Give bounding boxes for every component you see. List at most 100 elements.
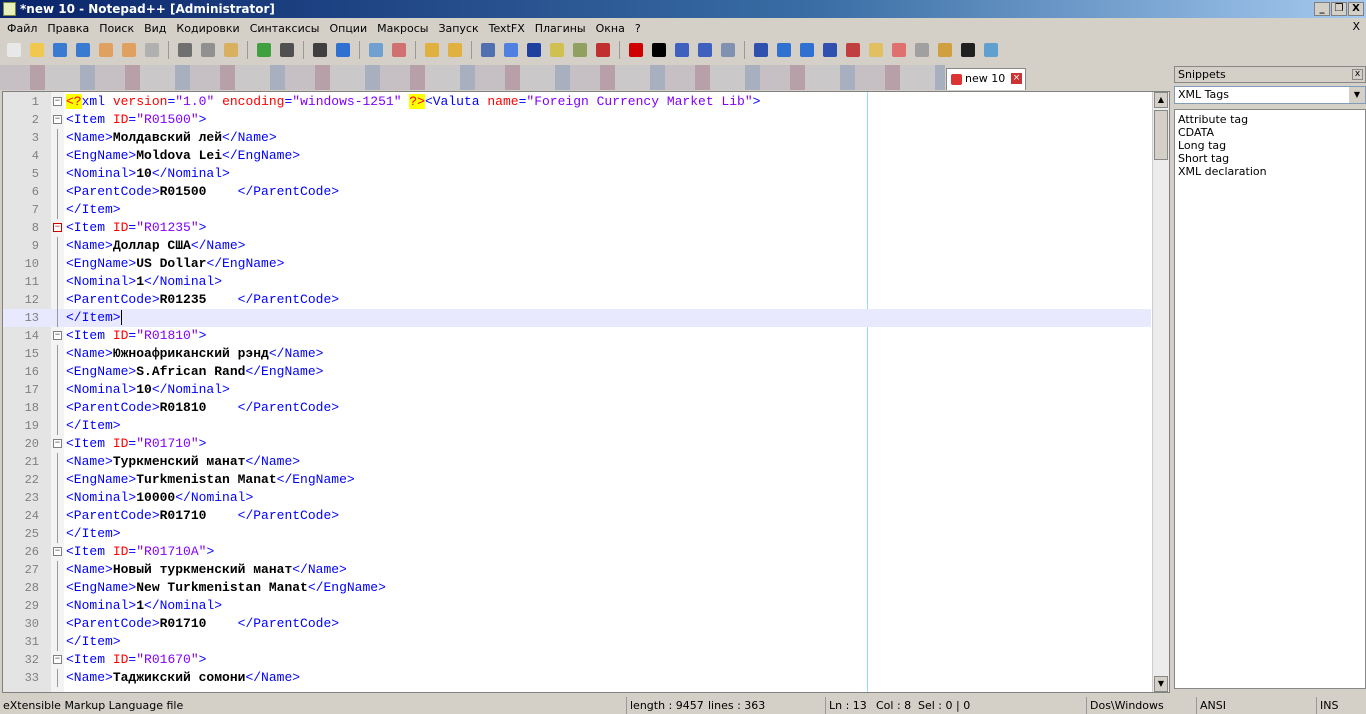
user-lang-button[interactable]	[547, 40, 567, 60]
code-line[interactable]: 3 <Name>Молдавский лей</Name>	[3, 129, 1151, 147]
print-button[interactable]	[142, 40, 162, 60]
menu-item[interactable]: Кодировки	[171, 22, 244, 35]
show-all-chars-button[interactable]	[501, 40, 521, 60]
close-button[interactable]: X	[1348, 2, 1364, 16]
abc-check-button[interactable]	[981, 40, 1001, 60]
fold-toggle-icon[interactable]: −	[53, 547, 62, 556]
code-line[interactable]: 29 <Nominal>1</Nominal>	[3, 597, 1151, 615]
function-list-button[interactable]	[593, 40, 613, 60]
scroll-up-icon[interactable]: ▲	[1154, 92, 1168, 108]
code-line[interactable]: 25 </Item>	[3, 525, 1151, 543]
code-line[interactable]: 21 <Name>Туркменский манат</Name>	[3, 453, 1151, 471]
spell-check-button[interactable]	[843, 40, 863, 60]
code-line[interactable]: 19 </Item>	[3, 417, 1151, 435]
code-line[interactable]: 9 <Name>Доллар США</Name>	[3, 237, 1151, 255]
code-line[interactable]: 2 − <Item ID="R01500">	[3, 111, 1151, 129]
code-line[interactable]: 4 <EngName>Moldova Lei</EngName>	[3, 147, 1151, 165]
code-line[interactable]: 28 <EngName>New Turkmenistan Manat</EngNa…	[3, 579, 1151, 597]
replace-button[interactable]	[333, 40, 353, 60]
tab-new-10[interactable]: new 10 ×	[946, 68, 1026, 90]
eraser-button[interactable]	[889, 40, 909, 60]
code-line[interactable]: 14 − <Item ID="R01810">	[3, 327, 1151, 345]
menu-item[interactable]: Поиск	[94, 22, 139, 35]
scroll-thumb[interactable]	[1154, 110, 1168, 160]
code-line[interactable]: 1 − <?xml version="1.0" encoding="windows-…	[3, 93, 1151, 111]
sort-button[interactable]	[751, 40, 771, 60]
menu-item[interactable]: Вид	[139, 22, 171, 35]
scroll-down-icon[interactable]: ▼	[1154, 676, 1168, 692]
code-line[interactable]: 10 <EngName>US Dollar</EngName>	[3, 255, 1151, 273]
close-document-button[interactable]: X	[1352, 20, 1360, 33]
code-line[interactable]: 26 − <Item ID="R01710A">	[3, 543, 1151, 561]
save-macro-button[interactable]	[718, 40, 738, 60]
tab-close-icon[interactable]: ×	[1011, 73, 1022, 84]
indent-guide-button[interactable]	[524, 40, 544, 60]
menu-item[interactable]: Окна	[591, 22, 630, 35]
code-line[interactable]: 13 </Item>	[3, 309, 1151, 327]
snippet-item[interactable]: Attribute tag	[1178, 113, 1362, 126]
zoom-in-button[interactable]	[366, 40, 386, 60]
close-button[interactable]	[96, 40, 116, 60]
menu-item[interactable]: Запуск	[433, 22, 483, 35]
cut-button[interactable]	[175, 40, 195, 60]
fold-toggle-icon[interactable]: −	[53, 115, 62, 124]
paste-button[interactable]	[221, 40, 241, 60]
code-line[interactable]: 8 − <Item ID="R01235">	[3, 219, 1151, 237]
copy-button[interactable]	[198, 40, 218, 60]
code-line[interactable]: 15 <Name>Южноафриканский рэнд</Name>	[3, 345, 1151, 363]
code-line[interactable]: 24 <ParentCode>R01710 </ParentCode>	[3, 507, 1151, 525]
code-line[interactable]: 32 − <Item ID="R01670">	[3, 651, 1151, 669]
snippet-item[interactable]: Long tag	[1178, 139, 1362, 152]
snippet-item[interactable]: Short tag	[1178, 152, 1362, 165]
minimize-button[interactable]: _	[1314, 2, 1330, 16]
fold-toggle-icon[interactable]: −	[53, 223, 62, 232]
menu-item[interactable]: Макросы	[372, 22, 433, 35]
fold-toggle-icon[interactable]: −	[53, 331, 62, 340]
restore-button[interactable]: ❐	[1331, 2, 1347, 16]
code-line[interactable]: 5 <Nominal>10</Nominal>	[3, 165, 1151, 183]
code-line[interactable]: 20 − <Item ID="R01710">	[3, 435, 1151, 453]
save-button[interactable]	[50, 40, 70, 60]
menu-item[interactable]: TextFX	[484, 22, 530, 35]
undo-button[interactable]	[254, 40, 274, 60]
word-wrap-button[interactable]	[478, 40, 498, 60]
play-macro-button[interactable]	[672, 40, 692, 60]
code-line[interactable]: 27 <Name>Новый туркменский манат</Name>	[3, 561, 1151, 579]
code-line[interactable]: 16 <EngName>S.African Rand</EngName>	[3, 363, 1151, 381]
code-line[interactable]: 7 </Item>	[3, 201, 1151, 219]
menu-item[interactable]: Синтаксисы	[245, 22, 325, 35]
fold-toggle-icon[interactable]: −	[53, 655, 62, 664]
snippet-category-select[interactable]: XML Tags ▼	[1174, 86, 1366, 104]
chevron-down-icon[interactable]: ▼	[1349, 87, 1365, 103]
snippets-button[interactable]	[958, 40, 978, 60]
record-macro-button[interactable]	[626, 40, 646, 60]
menu-item[interactable]: Правка	[42, 22, 94, 35]
menu-item[interactable]: Файл	[2, 22, 42, 35]
fold-toggle-icon[interactable]: −	[53, 97, 62, 106]
code-line[interactable]: 31 </Item>	[3, 633, 1151, 651]
code-line[interactable]: 30 <ParentCode>R01710 </ParentCode>	[3, 615, 1151, 633]
redo-button[interactable]	[277, 40, 297, 60]
snippets-close-button[interactable]: x	[1352, 69, 1363, 80]
folder-button[interactable]	[935, 40, 955, 60]
code-line[interactable]: 33 <Name>Таджикский сомони</Name>	[3, 669, 1151, 687]
notes-button[interactable]	[866, 40, 886, 60]
up-arrow-button[interactable]	[774, 40, 794, 60]
code-line[interactable]: 11 <Nominal>1</Nominal>	[3, 273, 1151, 291]
close-all-button[interactable]	[119, 40, 139, 60]
vertical-scrollbar[interactable]: ▲ ▼	[1152, 92, 1169, 692]
zoom-out-button[interactable]	[389, 40, 409, 60]
code-line[interactable]: 22 <EngName>Turkmenistan Manat</EngName>	[3, 471, 1151, 489]
down-arrow-button[interactable]	[797, 40, 817, 60]
menu-item[interactable]: ?	[630, 22, 646, 35]
sort-desc-button[interactable]	[820, 40, 840, 60]
code-line[interactable]: 18 <ParentCode>R01810 </ParentCode>	[3, 399, 1151, 417]
fold-toggle-icon[interactable]: −	[53, 439, 62, 448]
sync-horizontal-button[interactable]	[445, 40, 465, 60]
code-line[interactable]: 23 <Nominal>10000</Nominal>	[3, 489, 1151, 507]
snippet-item[interactable]: CDATA	[1178, 126, 1362, 139]
code-line[interactable]: 12 <ParentCode>R01235 </ParentCode>	[3, 291, 1151, 309]
code-line[interactable]: 6 <ParentCode>R01500 </ParentCode>	[3, 183, 1151, 201]
editor[interactable]: 1− <?xml version="1.0" encoding="windows-…	[2, 91, 1170, 693]
menu-item[interactable]: Опции	[324, 22, 372, 35]
